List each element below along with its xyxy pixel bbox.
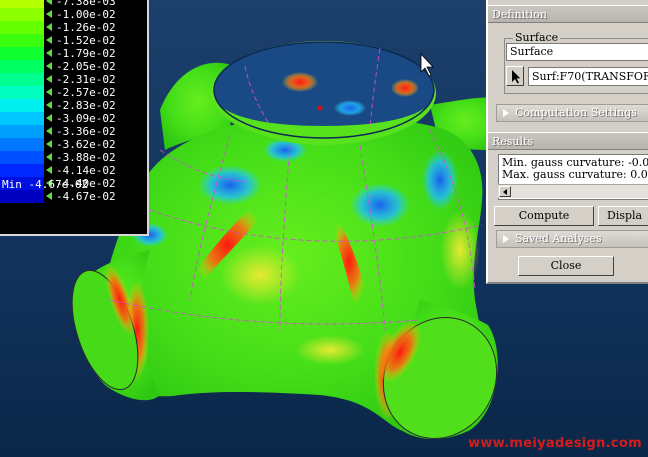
legend-swatch [0, 138, 44, 151]
legend-swatch [0, 99, 44, 112]
definition-header: Definition [488, 5, 648, 23]
legend-label: -3.09e-02 [56, 112, 116, 125]
results-header: Results [488, 132, 648, 150]
legend-label: -4.67e-02 [56, 190, 116, 203]
legend-swatch [0, 8, 44, 21]
legend-swatch [0, 0, 44, 8]
legend-label: -2.57e-02 [56, 86, 116, 99]
legend-tick-icon [46, 166, 52, 174]
legend-tick-icon [46, 88, 52, 96]
legend-tick-icon [46, 23, 52, 31]
computation-settings-label: Computation Settings [515, 106, 637, 119]
saved-analyses-toggle[interactable]: Saved Analyses [496, 230, 648, 248]
saved-analyses-label: Saved Analyses [515, 232, 602, 245]
close-button[interactable]: Close [518, 256, 614, 276]
legend-tick-icon [46, 101, 52, 109]
arrow-cursor-icon [512, 70, 521, 84]
legend-label: -4.14e-02 [56, 164, 116, 177]
results-line-max: Max. gauss curvature: 0.0010 [502, 168, 648, 181]
legend-swatch [0, 164, 44, 177]
legend-label: -1.79e-02 [56, 47, 116, 60]
analysis-panel: Definition Surface Surface Surf:F70(TRAN… [486, 0, 648, 284]
surface-type-field[interactable]: Surface [506, 43, 648, 61]
legend-swatch [0, 60, 44, 73]
legend-label: -3.88e-02 [56, 151, 116, 164]
computation-settings-toggle[interactable]: Computation Settings [496, 104, 648, 122]
legend-swatch [0, 151, 44, 164]
legend-swatch [0, 190, 44, 203]
legend-swatch [0, 86, 44, 99]
legend-tick-icon [46, 10, 52, 18]
legend-swatch [0, 125, 44, 138]
legend-swatch [0, 73, 44, 86]
legend-label: -2.83e-02 [56, 99, 116, 112]
pick-surface-button[interactable] [506, 66, 524, 86]
legend-swatch [0, 34, 44, 47]
legend-tick-icon [46, 49, 52, 57]
expand-triangle-icon [503, 109, 509, 117]
legend-tick-icon [46, 127, 52, 135]
legend-swatch [0, 21, 44, 34]
legend-tick-icon [46, 114, 52, 122]
compute-button[interactable]: Compute [494, 206, 594, 226]
legend-swatch [0, 112, 44, 125]
legend-tick-icon [46, 140, 52, 148]
display-button[interactable]: Displa [598, 206, 648, 226]
legend-tick-icon [46, 36, 52, 44]
curvature-color-legend: -7.38e-03 -1.00e-02 -1.26e-02 -1.52e-02 -1.7… [0, 0, 149, 236]
legend-label: -1.00e-02 [56, 8, 116, 21]
legend-label: -1.52e-02 [56, 34, 116, 47]
legend-swatch [0, 47, 44, 60]
results-horizontal-scrollbar[interactable] [498, 184, 648, 198]
expand-triangle-icon [503, 235, 509, 243]
legend-min-label: Min -4.67e-02 [2, 178, 89, 191]
legend-label: -3.62e-02 [56, 138, 116, 151]
legend-tick-icon [46, 0, 52, 5]
legend-label: -7.38e-03 [56, 0, 116, 8]
watermark: www.meiyadesign.com [468, 436, 642, 451]
legend-label: -1.26e-02 [56, 21, 116, 34]
legend-tick-icon [46, 153, 52, 161]
legend-tick-icon [46, 75, 52, 83]
scroll-left-arrow-icon[interactable] [499, 186, 511, 197]
legend-label: -2.05e-02 [56, 60, 116, 73]
legend-label: -3.36e-02 [56, 125, 116, 138]
legend-label: -2.31e-02 [56, 73, 116, 86]
legend-tick-icon [46, 192, 52, 200]
legend-tick-icon [46, 62, 52, 70]
selected-surface-field[interactable]: Surf:F70(TRANSFORM [528, 67, 648, 86]
